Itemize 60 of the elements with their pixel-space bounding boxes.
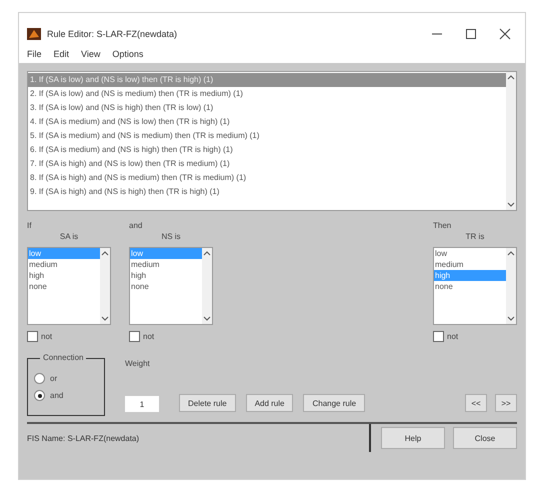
close-icon[interactable]: [499, 28, 511, 40]
variable-label: TR is: [466, 232, 484, 241]
rule-list[interactable]: [27, 71, 517, 211]
radio-button[interactable]: [34, 373, 45, 384]
column-heading: Then: [433, 221, 452, 230]
rule-item[interactable]: 9. If (SA is high) and (NS is high) then (TR is high) (1): [28, 185, 506, 199]
radio-label: or: [50, 374, 58, 383]
rule-button[interactable]: Delete rule: [179, 394, 236, 412]
checkbox-label: not: [447, 332, 458, 341]
term-listbox[interactable]: low medium high none: [129, 247, 213, 325]
checkbox[interactable]: [27, 331, 38, 342]
term-listbox[interactable]: low medium high none: [27, 247, 111, 325]
rule-item[interactable]: 7. If (SA is high) and (NS is low) then (TR is medium) (1): [28, 157, 506, 171]
footer-button[interactable]: Close: [453, 427, 517, 449]
menu-item[interactable]: Options: [112, 49, 144, 59]
menu-item[interactable]: Edit: [54, 49, 70, 59]
menu-item[interactable]: View: [81, 49, 100, 59]
column-heading: and: [129, 221, 144, 230]
scrollbar[interactable]: [506, 248, 516, 324]
app-icon: [27, 28, 41, 40]
term-item[interactable]: high: [28, 270, 100, 281]
group-title: Connection: [40, 353, 86, 362]
term-item[interactable]: none: [28, 281, 100, 292]
checkbox-label: not: [41, 332, 52, 341]
weight-label: Weight: [125, 359, 151, 368]
radio-button[interactable]: [34, 390, 45, 401]
rule-button[interactable]: Change rule: [303, 394, 366, 412]
scrollbar[interactable]: [202, 248, 212, 324]
term-item[interactable]: high: [130, 270, 202, 281]
maximize-icon[interactable]: [465, 28, 477, 40]
checkbox[interactable]: [433, 331, 444, 342]
rule-item[interactable]: 2. If (SA is low) and (NS is medium) then (TR is medium) (1): [28, 87, 506, 101]
nav-button[interactable]: <<: [465, 394, 487, 412]
term-item[interactable]: none: [434, 281, 506, 292]
term-item[interactable]: low: [434, 248, 506, 259]
menu-item[interactable]: File: [27, 49, 42, 59]
variable-label: NS is: [161, 232, 181, 241]
column-heading: If: [27, 221, 32, 230]
footer-button[interactable]: Help: [381, 427, 445, 449]
radio-label: and: [50, 391, 64, 400]
term-listbox[interactable]: low medium high none: [433, 247, 517, 325]
term-item[interactable]: none: [130, 281, 202, 292]
rule-button[interactable]: Add rule: [246, 394, 294, 412]
scrollbar[interactable]: [506, 72, 516, 210]
rule-item[interactable]: 3. If (SA is low) and (NS is high) then (TR is low) (1): [28, 101, 506, 115]
rule-item[interactable]: 6. If (SA is medium) and (NS is high) then (TR is high) (1): [28, 143, 506, 157]
nav-button[interactable]: >>: [495, 394, 517, 412]
checkbox[interactable]: [129, 331, 140, 342]
rule-item[interactable]: 8. If (SA is high) and (NS is medium) then (TR is medium) (1): [28, 171, 506, 185]
term-item[interactable]: medium: [28, 259, 100, 270]
scrollbar[interactable]: [100, 248, 110, 324]
rule-item[interactable]: 4. If (SA is medium) and (NS is low) then (TR is high) (1): [28, 115, 506, 129]
weight-field[interactable]: 1: [125, 396, 159, 412]
variable-label: SA is: [60, 232, 78, 241]
term-item[interactable]: medium: [130, 259, 202, 270]
status-text: FIS Name: S-LAR-FZ(newdata): [27, 424, 371, 452]
checkbox-label: not: [143, 332, 154, 341]
rule-item[interactable]: 5. If (SA is medium) and (NS is medium) then (TR is medium) (1): [28, 129, 506, 143]
window-title: Rule Editor: S-LAR-FZ(newdata): [47, 29, 178, 39]
term-item[interactable]: medium: [434, 259, 506, 270]
